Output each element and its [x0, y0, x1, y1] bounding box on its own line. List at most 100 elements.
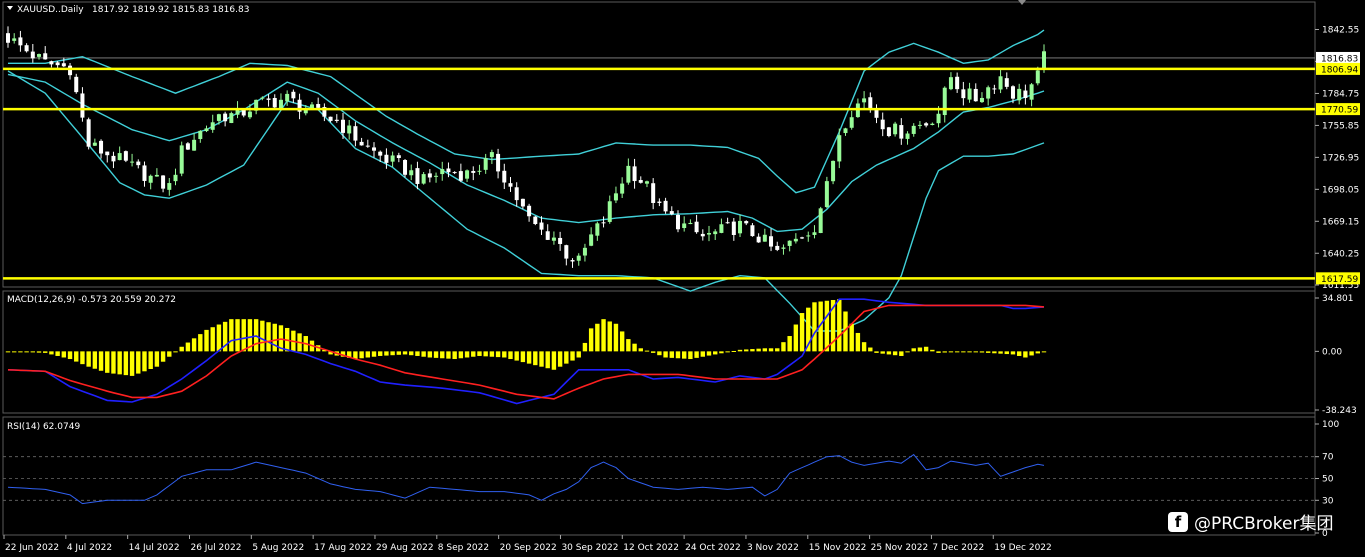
- macd-histogram-bar: [421, 351, 426, 357]
- candle-body: [334, 119, 339, 121]
- macd-histogram-bar: [198, 334, 203, 352]
- candle: [831, 160, 836, 185]
- candle: [880, 112, 885, 137]
- candle: [489, 149, 494, 164]
- macd-histogram-bar: [142, 351, 147, 372]
- candle: [99, 139, 104, 159]
- candle-body: [390, 155, 395, 162]
- candle: [334, 114, 339, 123]
- candle-body: [99, 140, 104, 154]
- x-axis-label: 25 Nov 2022: [871, 543, 929, 553]
- candle: [117, 146, 122, 161]
- candle: [204, 125, 209, 133]
- macd-histogram-bar: [731, 350, 737, 352]
- x-axis-label: 17 Aug 2022: [314, 543, 372, 553]
- candle-body: [632, 166, 637, 182]
- macd-histogram-bar: [613, 323, 619, 352]
- candle-body: [998, 76, 1003, 90]
- macd-histogram-bar: [30, 351, 36, 353]
- macd-histogram-bar: [750, 349, 755, 352]
- price-header-ohlc: 1817.92 1819.92 1815.83 1816.83: [92, 5, 249, 15]
- candle: [942, 86, 947, 123]
- candle-body: [582, 247, 587, 256]
- candle-body: [551, 237, 556, 241]
- candle: [849, 110, 854, 130]
- macd-histogram-bar: [1029, 351, 1034, 356]
- candle: [61, 57, 66, 68]
- macd-histogram-bar: [874, 351, 879, 353]
- macd-histogram-bar: [49, 351, 54, 355]
- candle: [719, 218, 724, 234]
- macd-histogram-bar: [595, 323, 600, 352]
- candle-body: [92, 142, 97, 146]
- candle-body: [223, 113, 228, 122]
- macd-histogram-bar: [917, 347, 923, 352]
- x-axis-label: 20 Sep 2022: [500, 543, 557, 553]
- candle: [161, 175, 166, 193]
- candle: [738, 214, 743, 238]
- macd-histogram-bar: [582, 342, 588, 352]
- macd-histogram-bar: [123, 351, 129, 376]
- candle-body: [229, 113, 234, 124]
- x-axis-label: 12 Oct 2022: [623, 543, 679, 553]
- macd-histogram-bar: [129, 351, 135, 376]
- candle-body: [651, 183, 656, 203]
- candle: [558, 231, 563, 251]
- candle-body: [508, 183, 513, 187]
- dropdown-triangle-icon[interactable]: [7, 6, 13, 10]
- macd-histogram-bar: [1010, 351, 1016, 355]
- macd-histogram-bar: [694, 351, 699, 358]
- candle-body: [173, 174, 178, 182]
- candle: [272, 94, 277, 110]
- chart-canvas: 1842.551813.751784.751755.851726.951698.…: [2, 0, 1360, 553]
- candle: [998, 69, 1003, 94]
- candle-body: [105, 151, 110, 156]
- candle: [620, 177, 625, 198]
- candle: [527, 203, 532, 222]
- rsi-panel-frame: [2, 416, 1316, 536]
- candle: [210, 114, 215, 133]
- macd-histogram-bar: [105, 351, 110, 373]
- candle: [154, 168, 159, 177]
- price-axis-label: 1784.75: [1322, 89, 1359, 99]
- candle: [452, 171, 457, 175]
- candle: [626, 158, 631, 185]
- candle-body: [272, 97, 277, 108]
- macd-histogram-bar: [638, 348, 643, 352]
- macd-histogram-bar: [160, 351, 166, 362]
- candle: [496, 148, 501, 179]
- macd-histogram-bar: [98, 351, 104, 371]
- facebook-icon: f: [1168, 511, 1188, 532]
- candle: [229, 111, 234, 124]
- candle: [508, 177, 513, 192]
- macd-histogram-bar: [74, 351, 79, 362]
- macd-histogram-bar: [967, 351, 972, 353]
- macd-histogram-bar: [111, 351, 116, 374]
- candle-body: [955, 76, 960, 90]
- candle-body: [694, 221, 699, 233]
- macd-histogram-bar: [719, 351, 724, 354]
- candle-body: [1042, 51, 1046, 69]
- candle: [415, 161, 420, 190]
- candle-body: [911, 125, 916, 134]
- candle-body: [750, 225, 755, 237]
- candle-body: [198, 130, 203, 140]
- candle: [725, 217, 730, 224]
- macd-histogram-bar: [545, 351, 550, 369]
- macd-histogram-bar: [396, 351, 402, 355]
- candle: [638, 176, 643, 184]
- candle-body: [489, 152, 494, 158]
- macd-histogram-bar: [905, 351, 910, 353]
- candle-body: [868, 97, 873, 110]
- candle-body: [818, 208, 823, 234]
- macd-histogram-bar: [495, 351, 501, 358]
- macd-histogram-bar: [781, 342, 786, 352]
- candle-body: [1004, 78, 1009, 87]
- candle: [123, 150, 128, 163]
- macd-histogram-bar: [681, 351, 687, 359]
- candle: [582, 243, 587, 262]
- macd-histogram-bar: [204, 329, 209, 352]
- macd-histogram-bar: [737, 349, 743, 352]
- candle-body: [942, 87, 947, 116]
- macd-histogram-bar: [18, 351, 23, 353]
